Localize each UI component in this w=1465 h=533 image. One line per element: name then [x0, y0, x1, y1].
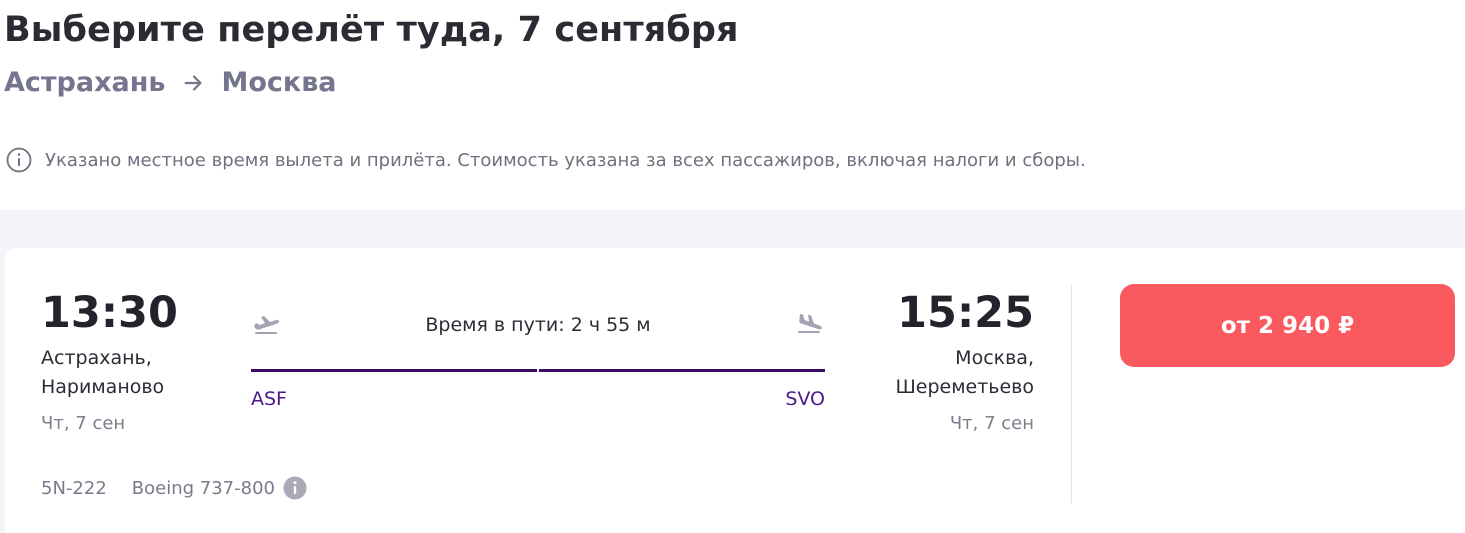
departure-time: 13:30 — [41, 288, 178, 338]
flight-number: 5N-222 — [41, 477, 107, 499]
arrow-right-icon — [185, 74, 202, 91]
info-icon[interactable] — [283, 476, 307, 500]
route-breadcrumb: Астрахань Москва — [4, 67, 337, 98]
departure-airport-code: ASF — [251, 388, 287, 410]
select-price-button[interactable]: от 2 940 ₽ — [1120, 284, 1455, 367]
departure-city: Астрахань, — [41, 347, 152, 369]
flight-card[interactable]: 13:30 Астрахань, Нариманово Чт, 7 сен Вр… — [5, 248, 1465, 533]
flight-details: 5N-222 Boeing 737-800 — [41, 476, 307, 500]
page-title: Выберите перелёт туда, 7 сентября — [4, 10, 739, 50]
arrival-airport: Шереметьево — [895, 376, 1034, 398]
route-line-divider — [537, 369, 539, 372]
arrival-city: Москва, — [955, 347, 1034, 369]
departure-date: Чт, 7 сен — [41, 413, 126, 434]
landing-icon — [798, 314, 822, 333]
info-circle-icon — [6, 147, 32, 173]
route-from: Астрахань — [4, 67, 166, 98]
aircraft-type: Boeing 737-800 — [131, 477, 275, 499]
info-notice: Указано местное время вылета и прилёта. … — [6, 147, 1086, 173]
flight-duration: Время в пути: 2 ч 55 м — [425, 314, 651, 336]
route-to: Москва — [221, 67, 337, 98]
arrival-location: Москва, Шереметьево — [895, 344, 1034, 402]
card-divider — [1071, 284, 1072, 503]
departure-location: Астрахань, Нариманово — [41, 344, 164, 402]
arrival-time: 15:25 — [897, 288, 1034, 338]
arrival-date: Чт, 7 сен — [949, 413, 1034, 434]
departure-airport: Нариманово — [41, 376, 165, 398]
arrival-airport-code: SVO — [785, 388, 825, 410]
flight-route-line — [251, 369, 825, 372]
notice-text: Указано местное время вылета и прилёта. … — [45, 149, 1086, 171]
